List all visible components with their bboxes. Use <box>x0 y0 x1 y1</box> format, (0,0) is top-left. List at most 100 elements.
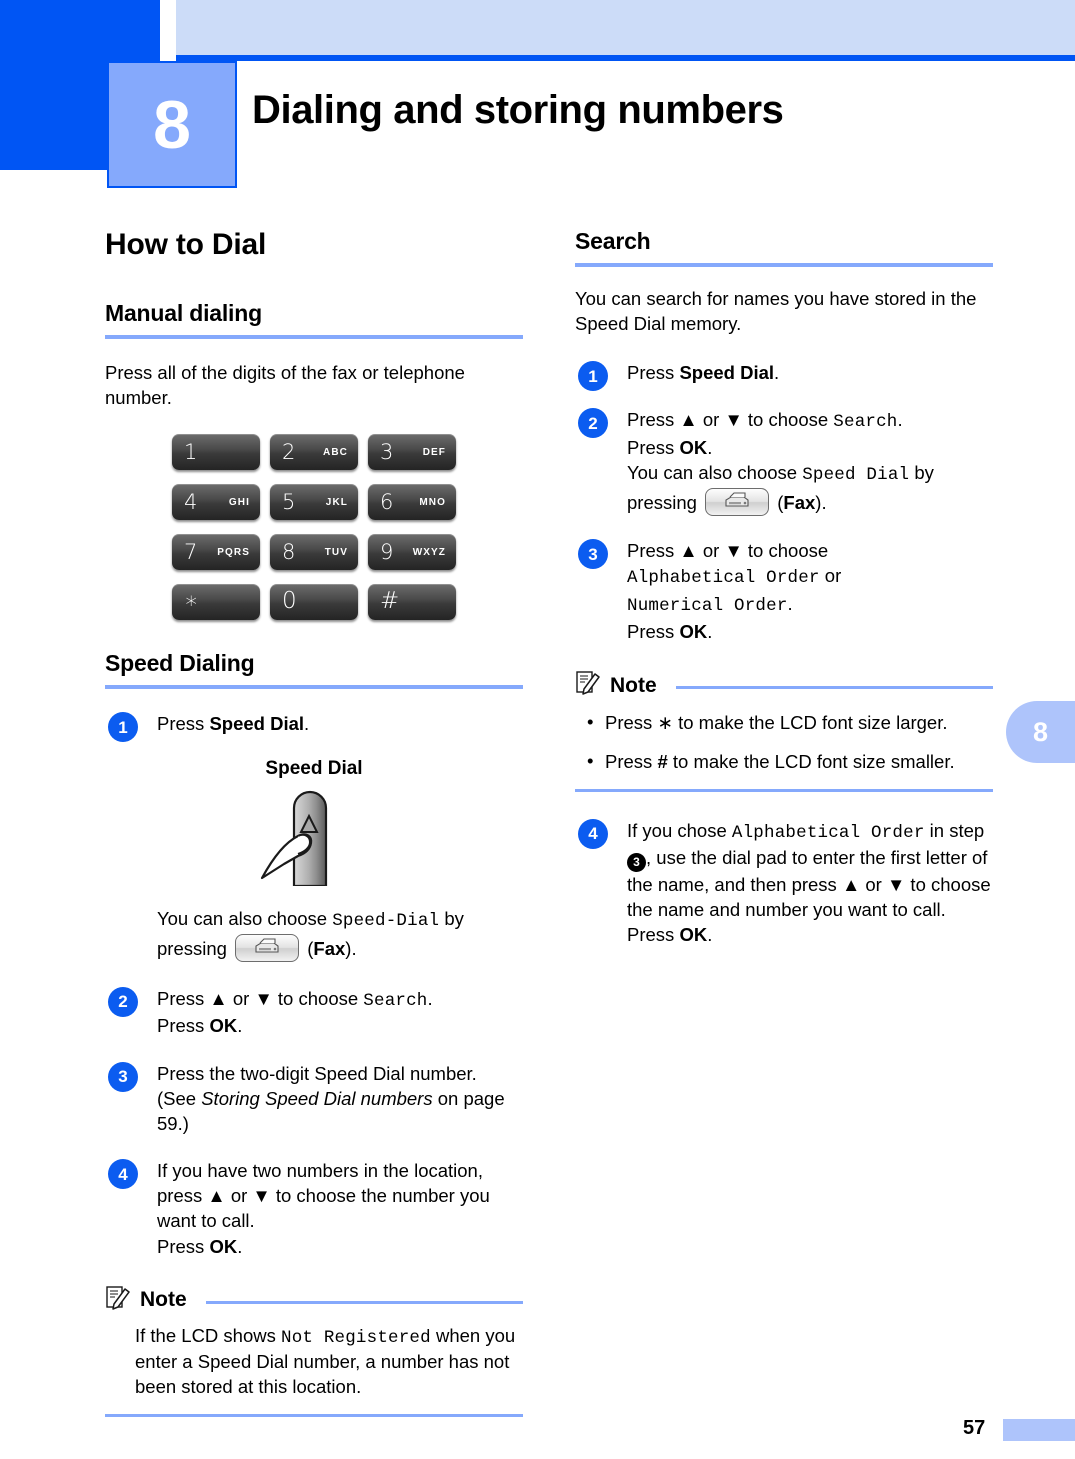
key-hash: # <box>368 584 456 621</box>
fax-key-icon <box>235 933 300 962</box>
text: Press ▲ or ▼ to choose <box>627 540 829 562</box>
lcd-value: Alphabetical Order <box>731 822 925 843</box>
header-accent-line <box>176 55 1075 61</box>
text: ). <box>345 937 357 959</box>
key-name-speed-dial: Speed Dial <box>679 362 775 384</box>
key-name-ok: OK <box>679 620 708 642</box>
heading-rule <box>575 263 993 267</box>
key-digit: 2 <box>282 440 296 465</box>
speed-dial-graphic-label: Speed Dial <box>265 758 363 780</box>
key-digit: 6 <box>380 490 394 515</box>
text: Press ▲ or ▼ to choose <box>157 987 364 1009</box>
text: . <box>427 987 433 1009</box>
lcd-value: Alphabetical Order <box>627 568 820 589</box>
text: Press <box>627 362 680 384</box>
note-box: Note If the LCD shows Not Registered whe… <box>105 1285 523 1417</box>
note-rule <box>205 1300 523 1304</box>
chapter-side-tab-number: 8 <box>1032 716 1049 747</box>
fax-key-icon <box>705 488 770 517</box>
footer-accent-bar <box>1003 1419 1075 1441</box>
key-letters: TUV <box>324 547 348 559</box>
key-digit: # <box>380 588 400 615</box>
text: You can also choose <box>627 462 803 484</box>
text: . <box>787 593 793 615</box>
heading-rule <box>105 335 523 339</box>
step-badge: 1 <box>108 712 138 743</box>
key-6: 6 MNO <box>368 484 456 521</box>
key-name-star: ∗ <box>657 712 673 733</box>
step-item: 4 If you chose Alphabetical Order in ste… <box>575 818 993 948</box>
cross-reference-title[interactable]: Storing Speed Dial numbers <box>201 1088 432 1109</box>
step-badge: 2 <box>578 408 608 439</box>
text: Press <box>157 1235 210 1257</box>
key-name-fax: Fax <box>783 492 816 514</box>
text: Press <box>627 437 680 459</box>
heading-how-to-dial: How to Dial <box>105 228 267 261</box>
key-digit: 1 <box>184 440 198 465</box>
chapter-side-tab: 8 <box>1006 701 1075 763</box>
key-digit: 5 <box>282 490 296 515</box>
text: . <box>707 620 713 642</box>
step-badge: 1 <box>578 361 608 392</box>
note-bullet-item: Press ∗ to make the LCD font size larger… <box>583 710 993 736</box>
text: Press <box>605 712 658 733</box>
dial-pad-graphic: 1 2 ABC 3 DEF 4 GHI 5 JKL 6 MNO 7 PQRS 8 TUV 9 W… <box>105 434 523 621</box>
text: If you chose <box>627 819 732 841</box>
note-header: Note <box>105 1285 523 1316</box>
key-name-ok: OK <box>679 437 708 459</box>
text: to make the LCD font size larger. <box>672 712 948 733</box>
step-text: Press <box>157 713 210 735</box>
text: , use the dial pad to enter the first le… <box>627 847 991 921</box>
text: Press ▲ or ▼ to choose <box>627 409 834 431</box>
heading-speed-dialing: Speed Dialing <box>105 650 255 677</box>
key-digit: 8 <box>282 540 296 565</box>
speed-dial-button-illustration: Speed Dial <box>105 758 523 891</box>
key-letters: PQRS <box>217 547 250 559</box>
note-bullet-list: Press ∗ to make the LCD font size larger… <box>583 710 993 775</box>
text: ). <box>815 492 827 514</box>
step-item: 2 Press ▲ or ▼ to choose Search. Press O… <box>105 986 523 1039</box>
note-bottom-rule <box>105 1413 523 1417</box>
key-letters: DEF <box>422 447 446 459</box>
key-digit: ∗ <box>184 588 199 615</box>
left-column: How to Dial Manual dialing Press all of … <box>105 228 523 1417</box>
key-letters: GHI <box>228 497 250 509</box>
note-box: Note Press ∗ to make the LCD font size l… <box>575 670 993 792</box>
chapter-number: 8 <box>153 86 191 163</box>
text: . <box>237 1235 243 1257</box>
key-star: ∗ <box>172 584 260 621</box>
key-digit: 3 <box>380 440 394 465</box>
step-item: 3 Press ▲ or ▼ to choose Alphabetical Or… <box>575 538 993 644</box>
finger-pressing-button-art <box>254 786 374 891</box>
key-letters: ABC <box>323 447 348 459</box>
lcd-value: Speed Dial <box>802 465 910 486</box>
lcd-value: Speed-Dial <box>332 911 440 932</box>
key-1: 1 <box>172 434 260 471</box>
page-title: Dialing and storing numbers <box>252 88 784 132</box>
key-letters: JKL <box>325 497 348 509</box>
text: . <box>897 409 903 431</box>
manual-dialing-paragraph: Press all of the digits of the fax or te… <box>105 362 465 408</box>
lcd-value: Search <box>363 990 428 1011</box>
text: Press <box>627 620 680 642</box>
note-bottom-rule <box>575 788 993 792</box>
heading-rule <box>105 685 523 690</box>
text: . <box>707 924 713 946</box>
step-item: 1 Press Speed Dial. <box>575 360 993 392</box>
key-digit: 4 <box>184 490 198 515</box>
key-digit: 0 <box>282 588 297 615</box>
text: You can also choose <box>157 908 333 930</box>
text: Press <box>627 924 680 946</box>
text: ( <box>302 937 314 959</box>
note-pencil-icon <box>105 1285 131 1316</box>
note-text: If the LCD shows Not Registered when you… <box>135 1324 523 1400</box>
right-column: Search You can search for names you have… <box>575 228 993 969</box>
note-header: Note <box>575 670 993 701</box>
step-item: 4 If you have two numbers in the locatio… <box>105 1158 523 1259</box>
key-letters: WXYZ <box>412 547 446 559</box>
text: If you have two numbers in the location,… <box>157 1160 490 1232</box>
key-digit: 7 <box>184 540 198 565</box>
step-badge: 4 <box>108 1159 138 1190</box>
key-2: 2 ABC <box>270 434 358 471</box>
text: Press <box>605 750 658 772</box>
